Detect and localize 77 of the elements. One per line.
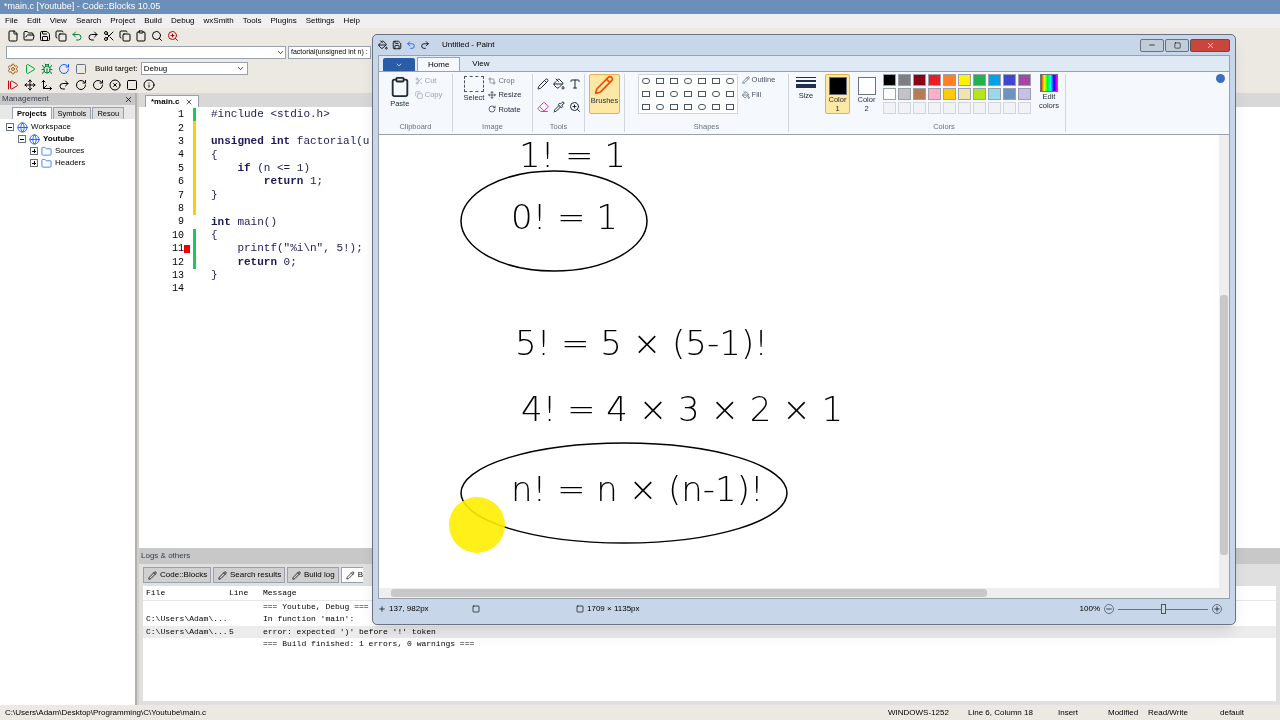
- window-title: *main.c [Youtube] - Code::Blocks 10.05: [4, 0, 161, 14]
- line-number: 3: [177, 135, 184, 149]
- status-text: Modified: [1108, 706, 1140, 719]
- status-text: Line 6, Column 18: [968, 706, 1034, 719]
- status-text: WINDOWS-1252: [888, 706, 950, 719]
- menu-item[interactable]: Search: [75, 15, 102, 27]
- line-number: 2: [177, 121, 184, 136]
- handwritten-formula: 0! = 1: [511, 197, 618, 237]
- line-number: 4: [177, 148, 184, 163]
- handwritten-formula: n! = n × (n-1)!: [511, 469, 764, 509]
- menu-item[interactable]: Help: [343, 15, 361, 27]
- code-line: {: [211, 227, 218, 243]
- line-number: 10: [171, 228, 184, 243]
- code-line: {: [211, 147, 218, 163]
- tree-item[interactable]: Youtube: [43, 133, 75, 145]
- menu-item[interactable]: Settings: [305, 15, 335, 27]
- menu-item[interactable]: Build: [144, 15, 162, 27]
- ribbon-tab[interactable]: View: [462, 57, 500, 71]
- image-size: 1709 × 1135px: [576, 603, 640, 615]
- build-target-dropdown[interactable]: Debug: [140, 62, 248, 75]
- ribbon-tab[interactable]: Home: [417, 57, 461, 71]
- table-cell: === Build finished: 1 errors, 0 warnings ===: [261, 638, 475, 651]
- line-number: 11: [171, 242, 184, 257]
- line-number: 5: [177, 161, 184, 176]
- code-line: return 1;: [262, 174, 324, 190]
- zoom-level: 100%: [1079, 603, 1100, 615]
- menu-item[interactable]: File: [5, 15, 18, 27]
- panel-title: Logs & others: [141, 550, 191, 562]
- editor-tab[interactable]: *main.c: [145, 95, 200, 107]
- build-target-label: Build target:: [95, 62, 138, 75]
- menu-item[interactable]: Project: [110, 15, 136, 27]
- panel-title: Management: [2, 93, 49, 105]
- column-header: Message: [262, 587, 297, 599]
- status-text: C:\Users\Adam\Desktop\Programming\C\Youtube\main.c: [5, 706, 208, 719]
- code-line: int main(): [211, 214, 278, 230]
- table-cell: C:\Users\Adam\...: [146, 614, 228, 624]
- status-text: default: [1220, 706, 1246, 719]
- tree-item[interactable]: Sources: [55, 145, 85, 157]
- line-number: 1: [177, 108, 184, 123]
- tree-item[interactable]: Workspace: [31, 121, 71, 133]
- handwritten-formula: 1! = 1: [519, 135, 626, 175]
- handwritten-formula: 5! = 5 × (5-1)!: [515, 323, 768, 363]
- code-line: if (n <= 1): [236, 161, 311, 176]
- code-line: unsigned int factorial(u: [211, 134, 370, 150]
- line-number: 13: [171, 268, 184, 283]
- window-title: Untitled - Paint: [442, 39, 495, 51]
- line-number: 12: [171, 255, 184, 270]
- tree-item[interactable]: Headers: [55, 157, 86, 169]
- menu-item[interactable]: Edit: [26, 15, 41, 27]
- line-number: 6: [177, 175, 184, 190]
- code-line: printf("%i\n", 5!);: [236, 241, 363, 257]
- line-number: 14: [171, 282, 184, 297]
- column-header: Line: [229, 587, 250, 599]
- log-tab[interactable]: B: [341, 567, 363, 583]
- line-number: 9: [177, 215, 184, 230]
- log-tab[interactable]: Code::Blocks: [143, 567, 211, 583]
- column-header: File: [145, 587, 167, 599]
- menu-item[interactable]: Tools: [242, 15, 262, 27]
- menu-item[interactable]: Debug: [170, 15, 195, 27]
- menu-item[interactable]: wxSmith: [203, 15, 234, 27]
- code-line: return 0;: [236, 254, 297, 270]
- code-line: #include <stdio.h>: [211, 107, 330, 123]
- log-tab[interactable]: Search results: [213, 567, 285, 583]
- log-tab[interactable]: Build log: [287, 567, 339, 583]
- table-cell: === Youtube, Debug ===: [261, 601, 369, 614]
- cursor-position: 137, 982px: [378, 603, 468, 615]
- menu-item[interactable]: Plugins: [270, 15, 297, 27]
- line-number: 8: [177, 201, 184, 216]
- table-cell: 5: [229, 626, 234, 636]
- status-text: Insert: [1058, 706, 1079, 719]
- table-cell: C:\Users\Adam\...: [146, 626, 228, 636]
- code-line: }: [211, 187, 218, 203]
- line-number: 7: [177, 188, 184, 203]
- handwritten-formula: 4! = 4 × 3 × 2 × 1: [521, 389, 844, 429]
- menu-item[interactable]: View: [49, 15, 67, 27]
- status-text: Read/Write: [1148, 706, 1189, 719]
- code-line: }: [211, 268, 218, 284]
